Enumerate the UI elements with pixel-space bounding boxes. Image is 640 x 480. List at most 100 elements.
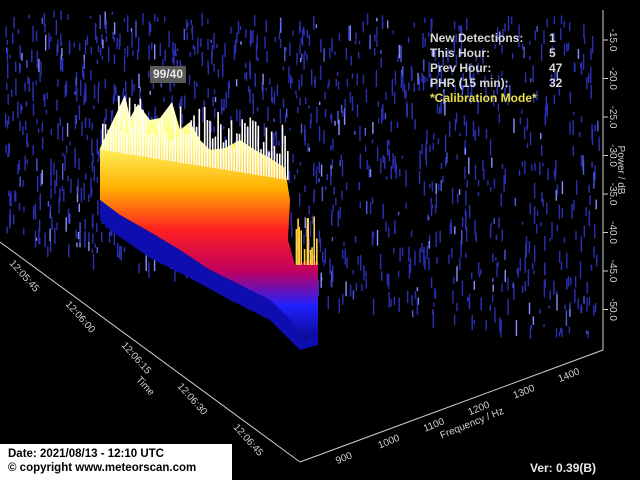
noise-streak bbox=[534, 162, 536, 171]
noise-streak bbox=[309, 120, 312, 129]
noise-streak bbox=[153, 259, 156, 272]
noise-streak bbox=[84, 219, 86, 230]
noise-streak bbox=[37, 176, 39, 192]
noise-streak bbox=[414, 291, 417, 300]
noise-streak bbox=[590, 48, 592, 60]
noise-streak bbox=[245, 72, 248, 81]
noise-streak bbox=[88, 118, 91, 128]
noise-streak bbox=[495, 257, 497, 261]
noise-streak bbox=[529, 202, 531, 215]
noise-streak bbox=[543, 324, 545, 328]
noise-streak bbox=[25, 101, 28, 107]
noise-streak bbox=[86, 35, 89, 45]
noise-streak bbox=[559, 250, 561, 263]
noise-streak bbox=[290, 75, 292, 89]
noise-streak bbox=[421, 72, 423, 83]
noise-streak bbox=[172, 57, 174, 63]
noise-streak bbox=[493, 217, 495, 224]
noise-streak bbox=[540, 222, 542, 227]
noise-streak bbox=[36, 51, 38, 69]
noise-streak bbox=[530, 324, 532, 329]
noise-streak bbox=[358, 40, 361, 45]
noise-streak bbox=[6, 82, 8, 91]
signal-peak bbox=[295, 229, 298, 265]
signal-peak bbox=[177, 137, 179, 163]
noise-streak bbox=[507, 298, 509, 316]
noise-streak bbox=[61, 126, 64, 142]
noise-streak bbox=[598, 136, 600, 152]
noise-streak bbox=[327, 296, 329, 310]
noise-streak bbox=[504, 269, 506, 283]
noise-streak bbox=[489, 304, 491, 311]
noise-streak bbox=[347, 25, 350, 40]
frequency-tick-label: 1300 bbox=[512, 383, 537, 402]
noise-streak bbox=[556, 184, 559, 195]
noise-streak bbox=[489, 225, 492, 238]
noise-streak bbox=[427, 214, 429, 221]
noise-streak bbox=[308, 105, 310, 109]
noise-streak bbox=[24, 155, 26, 171]
noise-streak bbox=[504, 168, 506, 184]
noise-streak bbox=[583, 225, 585, 238]
noise-streak bbox=[418, 171, 421, 185]
noise-streak bbox=[560, 15, 563, 25]
noise-streak bbox=[580, 154, 583, 167]
noise-streak bbox=[413, 83, 415, 92]
noise-streak bbox=[190, 20, 192, 26]
noise-streak bbox=[546, 203, 548, 215]
noise-streak bbox=[504, 249, 506, 260]
noise-streak bbox=[577, 298, 579, 310]
noise-streak bbox=[359, 125, 361, 142]
noise-streak bbox=[294, 175, 296, 180]
noise-streak bbox=[93, 105, 95, 110]
noise-streak bbox=[57, 79, 59, 87]
noise-streak bbox=[384, 156, 386, 169]
noise-streak bbox=[336, 71, 339, 77]
noise-streak bbox=[329, 258, 331, 275]
noise-streak bbox=[586, 298, 588, 312]
noise-streak bbox=[315, 169, 318, 184]
footer-info-box: Date: 2021/08/13 - 12:10 UTC © copyright… bbox=[0, 444, 232, 480]
copyright-text: © copyright www.meteorscan.com bbox=[8, 462, 197, 474]
noise-streak bbox=[45, 109, 48, 115]
noise-streak bbox=[393, 247, 395, 254]
noise-streak bbox=[540, 132, 542, 140]
noise-streak bbox=[478, 126, 480, 137]
noise-streak bbox=[49, 228, 51, 242]
noise-streak bbox=[207, 19, 209, 24]
noise-streak bbox=[69, 40, 71, 51]
noise-streak bbox=[477, 191, 480, 197]
noise-streak bbox=[271, 96, 274, 104]
signal-peak bbox=[120, 130, 123, 154]
noise-streak bbox=[566, 252, 568, 269]
noise-streak bbox=[544, 236, 546, 252]
noise-streak bbox=[352, 290, 355, 300]
signal-peak bbox=[104, 124, 107, 151]
noise-streak bbox=[335, 78, 337, 87]
noise-streak bbox=[240, 41, 242, 45]
noise-streak bbox=[390, 298, 392, 307]
noise-streak bbox=[142, 13, 144, 25]
noise-streak bbox=[285, 47, 287, 51]
signal-peak bbox=[270, 131, 273, 178]
noise-streak bbox=[150, 24, 152, 33]
noise-streak bbox=[50, 36, 52, 42]
noise-streak bbox=[376, 38, 378, 47]
noise-streak bbox=[394, 228, 396, 234]
noise-streak bbox=[249, 61, 251, 76]
noise-streak bbox=[332, 204, 334, 212]
noise-streak bbox=[304, 217, 306, 228]
noise-streak bbox=[365, 278, 367, 289]
noise-streak bbox=[331, 159, 333, 169]
noise-streak bbox=[350, 55, 352, 66]
noise-streak bbox=[331, 213, 333, 226]
noise-streak bbox=[392, 152, 394, 169]
noise-streak bbox=[534, 245, 536, 263]
noise-streak bbox=[489, 139, 492, 156]
noise-streak bbox=[410, 230, 413, 237]
noise-streak bbox=[344, 248, 346, 265]
signal-peak bbox=[276, 153, 278, 179]
noise-streak bbox=[490, 187, 492, 192]
noise-streak bbox=[390, 120, 392, 133]
signal-peak bbox=[182, 130, 184, 164]
